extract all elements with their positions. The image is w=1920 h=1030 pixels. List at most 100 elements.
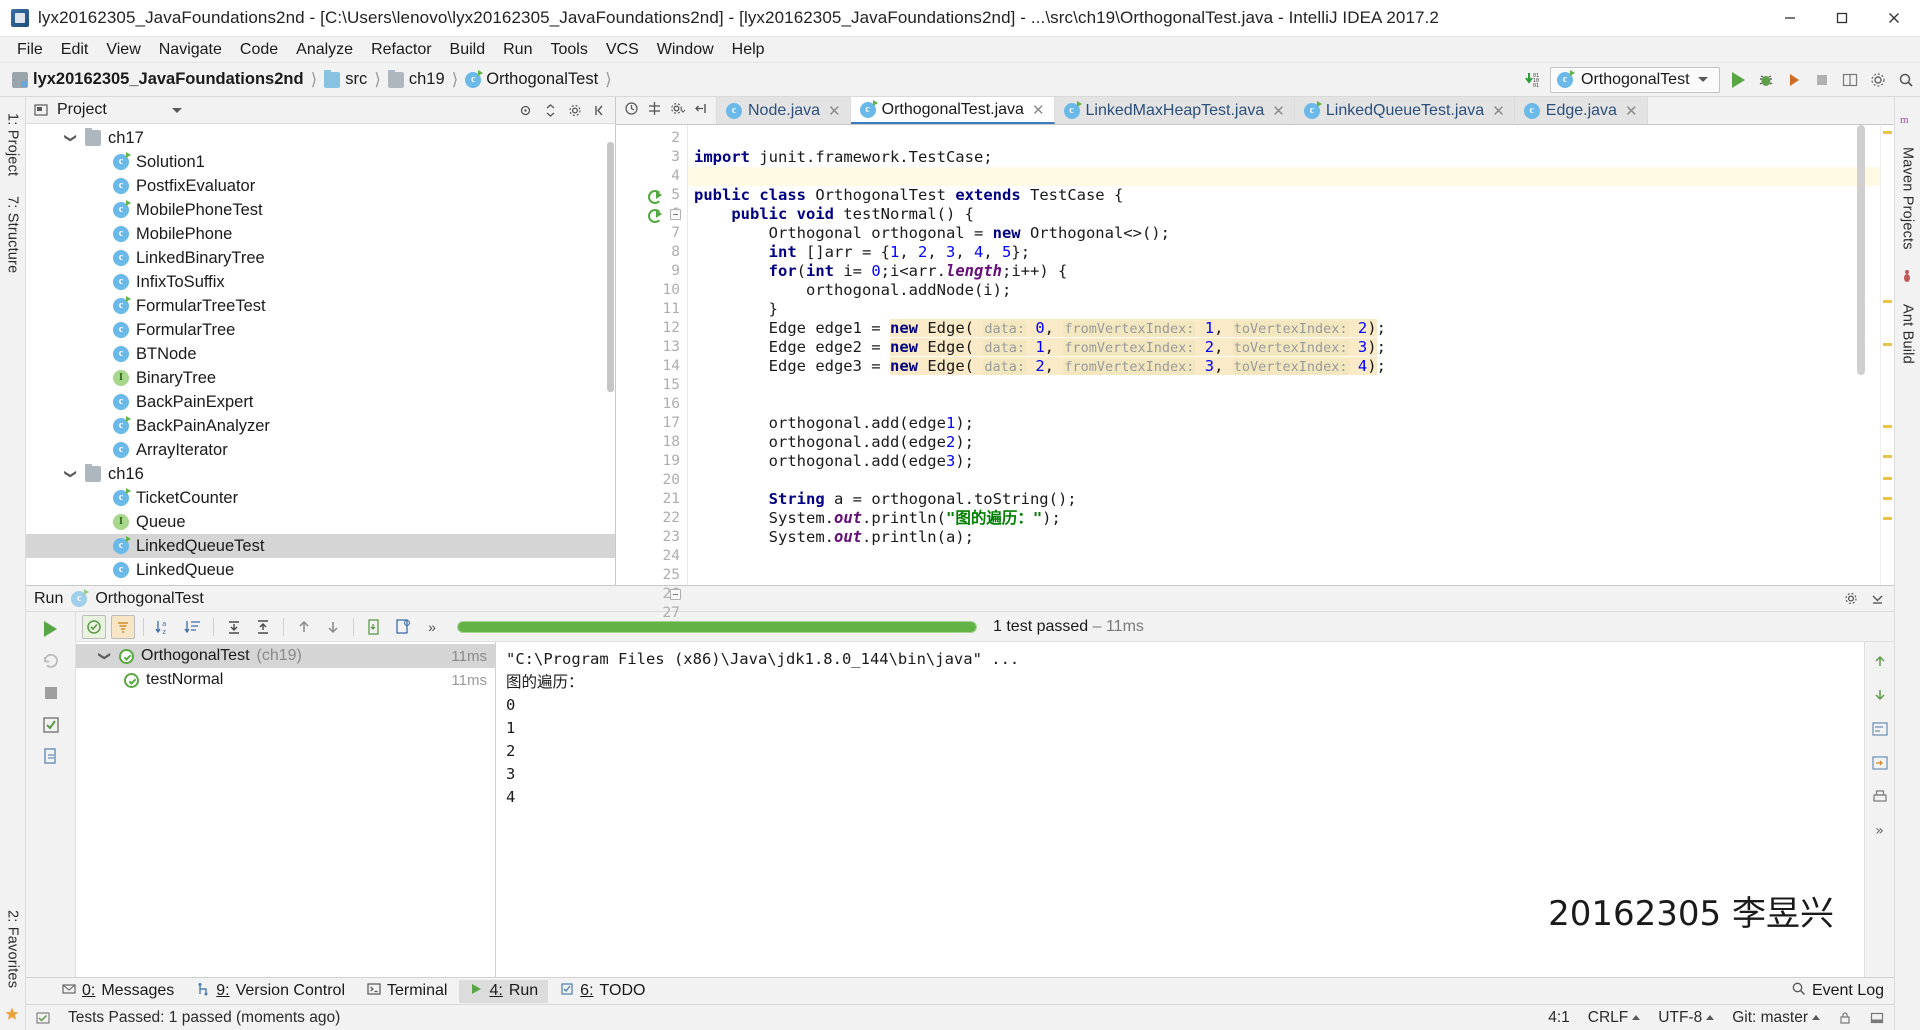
settings-gear-icon[interactable] <box>1864 66 1892 94</box>
run-test-gutter-icon[interactable] <box>648 188 662 202</box>
gutter-line-number[interactable]: 6 <box>616 205 687 224</box>
gutter-line-number[interactable]: 27 <box>616 604 687 623</box>
gutter-line-number[interactable]: 26 <box>616 585 687 604</box>
code-line[interactable]: public void testNormal() { <box>688 205 1880 224</box>
expand-collapse-icon[interactable] <box>541 101 559 119</box>
event-log-button[interactable]: Event Log <box>1781 979 1894 1003</box>
stop-button[interactable] <box>1808 66 1836 94</box>
code-line[interactable]: int []arr = {1, 2, 3, 4, 5}; <box>688 243 1880 262</box>
code-line[interactable]: for(int i= 0;i<arr.length;i++) { <box>688 262 1880 281</box>
console-more-icon[interactable]: » <box>1869 820 1891 842</box>
code-line[interactable] <box>688 471 1880 490</box>
gutter-line-number[interactable]: 4 <box>616 167 687 186</box>
project-tree-scrollbar[interactable] <box>607 142 614 392</box>
scroll-to-end-icon[interactable] <box>1869 752 1891 774</box>
breadcrumb-src[interactable]: src <box>322 70 369 89</box>
code-area[interactable]: import junit.framework.TestCase; public … <box>688 125 1880 585</box>
scroll-down-icon[interactable] <box>1869 684 1891 706</box>
menu-tools[interactable]: Tools <box>541 39 596 61</box>
stop-run-button[interactable] <box>40 682 62 704</box>
close-tab-icon[interactable]: ✕ <box>1625 102 1638 120</box>
project-tree-row[interactable]: LinkedQueue <box>26 558 615 582</box>
status-encoding[interactable]: UTF-8 <box>1658 1009 1714 1027</box>
bottom-tab-run[interactable]: 4:Run <box>459 980 548 1003</box>
maven-icon[interactable]: m <box>1899 111 1917 129</box>
code-line[interactable] <box>688 395 1880 414</box>
run-window-minimize-icon[interactable] <box>1868 590 1886 608</box>
gutter-line-number[interactable]: 9 <box>616 262 687 281</box>
gutter-line-number[interactable]: 13 <box>616 338 687 357</box>
menu-run[interactable]: Run <box>494 39 541 61</box>
run-with-coverage-button[interactable] <box>1780 66 1808 94</box>
minimize-button[interactable] <box>1764 0 1816 37</box>
code-line[interactable]: orthogonal.add(edge1); <box>688 414 1880 433</box>
gutter-line-number[interactable]: 17 <box>616 414 687 433</box>
editor-gutter[interactable]: 2345678910111213141516171819202122232425… <box>616 125 688 585</box>
project-settings-gear-icon[interactable] <box>566 101 584 119</box>
status-lock-icon[interactable] <box>1838 1011 1852 1025</box>
gutter-line-number[interactable]: 24 <box>616 547 687 566</box>
code-line[interactable] <box>688 167 1880 186</box>
close-tab-icon[interactable]: ✕ <box>1032 101 1045 119</box>
gutter-line-number[interactable]: 11 <box>616 300 687 319</box>
gutter-line-number[interactable]: 25 <box>616 566 687 585</box>
code-line[interactable]: orthogonal.addNode(i); <box>688 281 1880 300</box>
code-line[interactable]: System.out.println("图的遍历："); <box>688 509 1880 528</box>
bottom-tab-terminal[interactable]: Terminal <box>357 980 457 1003</box>
gutter-line-number[interactable]: 12 <box>616 319 687 338</box>
gutter-line-number[interactable]: 23 <box>616 528 687 547</box>
search-everywhere-icon[interactable] <box>1892 66 1920 94</box>
rail-tab-project[interactable]: 1: Project <box>3 105 23 184</box>
menu-vcs[interactable]: VCS <box>597 39 648 61</box>
soft-wrap-icon[interactable] <box>1869 718 1891 740</box>
editor-tab[interactable]: Node.java✕ <box>717 97 851 124</box>
project-tree-row[interactable]: Solution1 <box>26 150 615 174</box>
rail-tab-favorites[interactable]: 2: Favorites <box>3 902 23 996</box>
breadcrumb-ch19[interactable]: ch19 <box>386 70 447 89</box>
next-test-button[interactable] <box>321 615 345 639</box>
menu-view[interactable]: View <box>97 39 149 61</box>
gutter-line-number[interactable]: 14 <box>616 357 687 376</box>
code-line[interactable] <box>688 566 1880 585</box>
status-caret-position[interactable]: 4:1 <box>1548 1009 1570 1027</box>
project-tree-row[interactable]: BTNode <box>26 342 615 366</box>
project-tree-row[interactable]: ❯ch17 <box>26 126 615 150</box>
project-panel-chevron-down-icon[interactable] <box>172 108 182 113</box>
run-test-gutter-icon[interactable] <box>648 207 662 221</box>
project-tree-row[interactable]: BackPainExpert <box>26 390 615 414</box>
sort-alphabetically-button[interactable]: az <box>152 615 176 639</box>
project-tree-row[interactable]: ❯ch16 <box>26 462 615 486</box>
close-tab-icon[interactable]: ✕ <box>828 102 841 120</box>
project-tree-row[interactable]: ArrayIterator <box>26 438 615 462</box>
close-button[interactable] <box>1868 0 1920 37</box>
editor-marker-bar[interactable] <box>1880 125 1894 585</box>
editor-tab[interactable]: LinkedQueueTest.java✕ <box>1295 97 1515 124</box>
toggle-tests-button[interactable] <box>40 714 62 736</box>
code-line[interactable]: orthogonal.add(edge3); <box>688 452 1880 471</box>
collapse-all-button[interactable] <box>251 615 275 639</box>
bottom-tab-version-control[interactable]: 9:Version Control <box>186 980 355 1003</box>
code-line[interactable]: Edge edge2 = new Edge( data: 1, fromVert… <box>688 338 1880 357</box>
clock-icon[interactable] <box>624 101 639 121</box>
editor-settings-gear-icon[interactable] <box>670 101 685 121</box>
menu-navigate[interactable]: Navigate <box>150 39 231 61</box>
gutter-line-number[interactable]: 16 <box>616 395 687 414</box>
ant-icon[interactable] <box>1899 268 1917 286</box>
project-tree-row[interactable]: LinkedQueueTest <box>26 534 615 558</box>
gutter-line-number[interactable]: 10 <box>616 281 687 300</box>
close-tab-icon[interactable]: ✕ <box>1492 102 1505 120</box>
project-tree-row[interactable]: BinaryTree <box>26 366 615 390</box>
status-line-separator[interactable]: CRLF <box>1588 1009 1640 1027</box>
project-tree-row[interactable]: LinkedBinaryTree <box>26 246 615 270</box>
rail-tab-structure[interactable]: 7: Structure <box>3 188 23 281</box>
code-line[interactable] <box>688 547 1880 566</box>
run-button[interactable] <box>1724 66 1752 94</box>
project-tree-row[interactable]: MobilePhoneTest <box>26 198 615 222</box>
editor-vertical-scrollbar[interactable] <box>1857 125 1865 375</box>
console-output[interactable]: "C:\Program Files (x86)\Java\jdk1.8.0_14… <box>496 642 1894 977</box>
editor-tab[interactable]: OrthogonalTest.java✕ <box>851 97 1055 124</box>
project-tree-row[interactable]: TicketCounter <box>26 486 615 510</box>
debug-button[interactable] <box>1752 66 1780 94</box>
breadcrumb-project[interactable]: lyx20162305_JavaFoundations2nd <box>10 70 306 89</box>
previous-test-button[interactable] <box>292 615 316 639</box>
